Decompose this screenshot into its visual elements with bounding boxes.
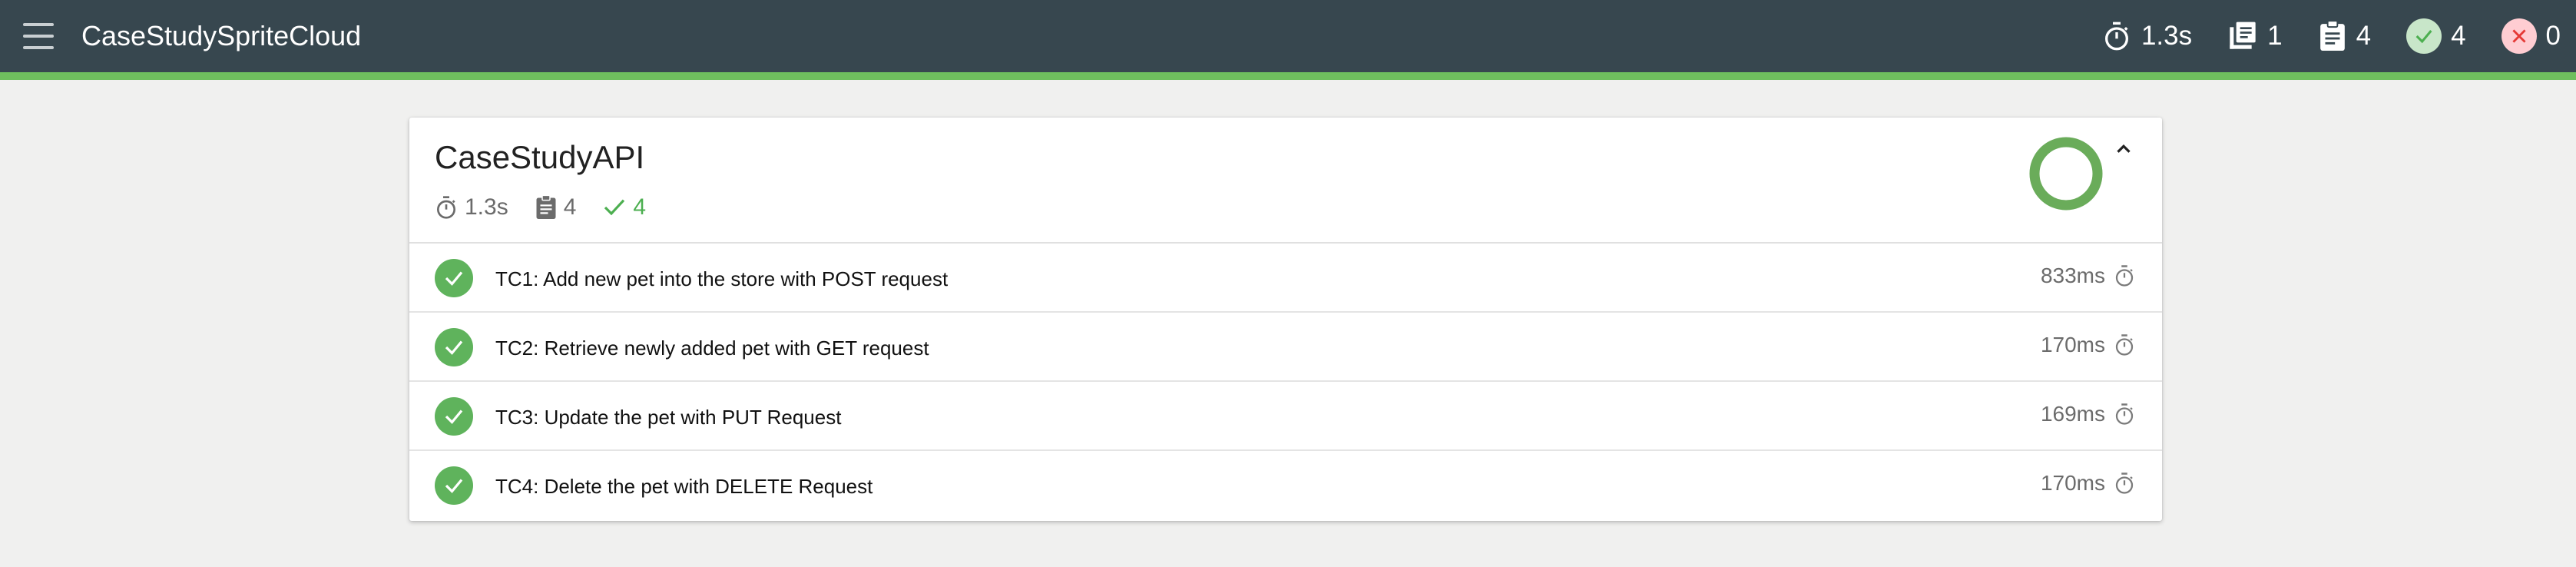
tests-icon [2319,20,2345,51]
test-name: TC1: Add new pet into the store with POS… [495,267,949,290]
suite-tests-value: 4 [563,194,577,220]
top-bar: CaseStudySpriteCloud 1.3s 1 4 4 0 [0,0,2576,72]
pass-rate-donut [2029,137,2103,211]
stat-duration[interactable]: 1.3s [2101,20,2192,52]
suites-icon [2230,22,2256,49]
check-icon [445,271,463,286]
stat-tests[interactable]: 4 [2318,20,2371,52]
stat-tests-value: 4 [2356,21,2372,51]
test-name: TC4: Delete the pet with DELETE Request [495,475,873,498]
stat-passed-value: 4 [2451,21,2466,51]
check-icon [445,410,463,424]
suite-meta: 1.3s 4 4 [434,194,646,220]
timer-icon [437,196,455,219]
test-name: TC2: Retrieve newly added pet with GET r… [495,337,929,360]
timer-icon [2115,472,2134,494]
stat-failed-value: 0 [2545,21,2561,51]
suite-duration-value: 1.3s [465,194,508,220]
test-duration: 833ms [2041,264,2136,288]
passed-status-icon [435,259,473,297]
test-row[interactable]: TC1: Add new pet into the store with POS… [409,244,2162,313]
passed-status-icon [435,466,473,505]
test-name: TC3: Update the pet with PUT Request [495,406,842,429]
stat-passed[interactable]: 4 [2406,18,2466,54]
timer-icon [2115,334,2134,356]
chevron-up-icon[interactable] [2112,138,2135,161]
test-duration-value: 170ms [2040,471,2105,495]
test-duration-value: 169ms [2040,402,2105,426]
passed-status-icon [435,328,473,366]
check-icon [2415,30,2432,44]
suite-duration: 1.3s [434,194,508,220]
failed-badge [2501,18,2537,54]
timer-icon [2115,403,2134,425]
tests-icon [536,194,556,219]
check-icon [445,340,463,355]
stat-suites-value: 1 [2267,21,2283,51]
test-list: TC1: Add new pet into the store with POS… [409,244,2162,520]
test-duration: 170ms [2041,471,2136,496]
timer-icon [2104,22,2128,51]
check-icon [604,199,625,216]
menu-icon[interactable] [23,23,54,49]
timer-icon [2115,265,2134,287]
stat-duration-value: 1.3s [2141,21,2193,51]
test-duration: 170ms [2041,333,2136,357]
suite-tests: 4 [535,194,577,220]
test-row[interactable]: TC2: Retrieve newly added pet with GET r… [409,313,2162,382]
stat-suites[interactable]: 1 [2227,21,2283,51]
suite-title: CaseStudyAPI [435,139,645,175]
test-row[interactable]: TC3: Update the pet with PUT Request 169… [409,382,2162,451]
test-duration: 169ms [2041,402,2136,426]
app-title: CaseStudySpriteCloud [81,20,362,51]
stat-failed[interactable]: 0 [2501,18,2561,54]
close-icon [2511,29,2526,43]
summary-stats: 1.3s 1 4 4 0 [2101,0,2561,72]
test-duration-value: 833ms [2040,264,2105,287]
suite-passed: 4 [602,194,646,220]
check-icon [445,479,463,493]
passed-status-icon [435,397,473,436]
test-row[interactable]: TC4: Delete the pet with DELETE Request … [409,451,2162,520]
suite-card: CaseStudyAPI 1.3s 4 4 TC1: Add new pet i… [409,118,2162,521]
test-duration-value: 170ms [2040,333,2105,356]
passed-badge [2406,18,2442,54]
top-bar-accent [0,72,2576,80]
suite-passed-value: 4 [633,194,647,220]
suite-header: CaseStudyAPI 1.3s 4 4 [409,118,2162,244]
